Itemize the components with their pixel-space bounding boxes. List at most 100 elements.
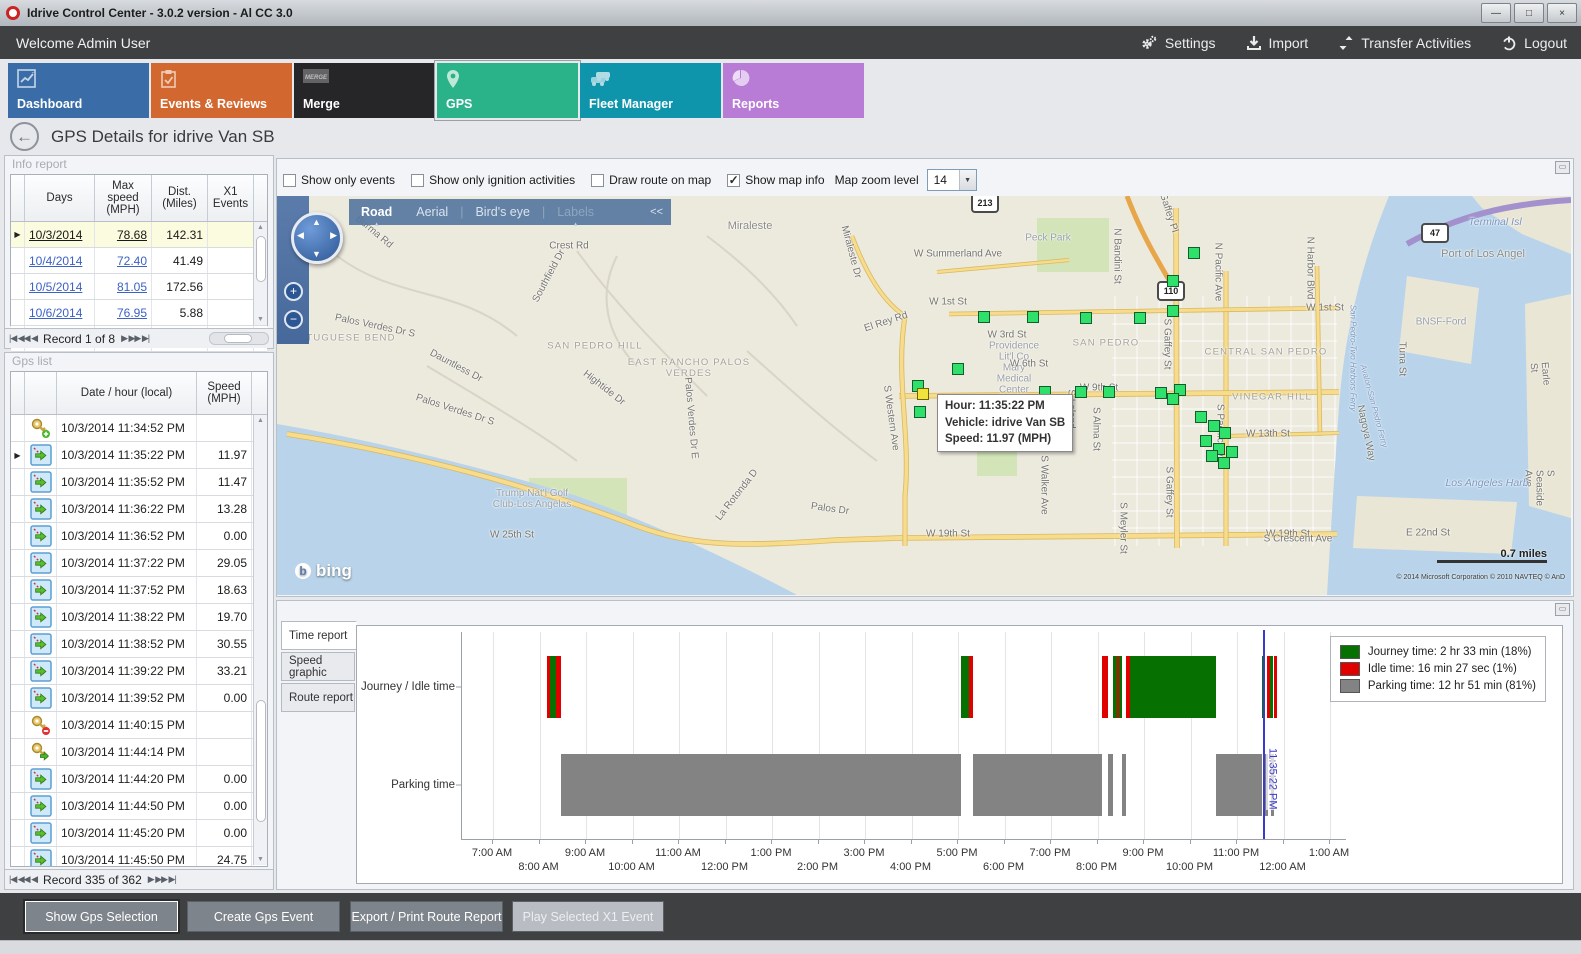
map-marker[interactable] <box>1167 393 1179 405</box>
map-marker[interactable] <box>978 311 990 323</box>
map-viewport[interactable]: MiralestePeck ParkW Summerland AveCrest … <box>277 196 1571 595</box>
map-zoom-in-icon[interactable]: + <box>284 282 303 301</box>
map-marker[interactable] <box>914 406 926 418</box>
map-pan-compass[interactable]: ▲▼ ◀▶ <box>291 212 343 264</box>
checkbox-icon[interactable]: ✓ <box>727 174 740 187</box>
close-button[interactable]: × <box>1547 3 1577 23</box>
chart-tab-route-report[interactable]: Route report <box>281 683 355 712</box>
chart-tab-time-report[interactable]: Time report <box>281 621 357 650</box>
checkbox-icon[interactable] <box>283 174 296 187</box>
table-row[interactable]: ▶10/3/201478.68142.31 <box>11 222 267 248</box>
map-marker[interactable] <box>1027 311 1039 323</box>
pager-hscrollbar[interactable] <box>209 332 269 345</box>
pager-first-icon[interactable]: |◀ ◀◀ ◀ <box>9 874 37 885</box>
day-link[interactable]: 10/4/2014 <box>29 254 82 268</box>
minimize-button[interactable]: — <box>1481 3 1511 23</box>
map-marker[interactable] <box>1075 386 1087 398</box>
column-header-days[interactable]: Days <box>25 175 95 221</box>
tab-gps[interactable]: GPS <box>437 63 578 118</box>
checkbox-show-map-info[interactable]: ✓Show map info <box>727 173 824 187</box>
table-row[interactable]: 10/3/2014 11:37:22 PM29.05 <box>11 550 267 577</box>
column-header-max-speed-mph-[interactable]: Max speed (MPH) <box>95 175 152 221</box>
max-speed-link[interactable]: 78.68 <box>117 228 147 242</box>
table-row[interactable]: 10/6/201476.955.88 <box>11 300 267 326</box>
map-marker[interactable] <box>1219 427 1231 439</box>
max-speed-link[interactable]: 76.95 <box>117 306 147 320</box>
column-header-dist-miles-[interactable]: Dist. (Miles) <box>152 175 208 221</box>
table-row[interactable]: 10/3/2014 11:36:22 PM13.28 <box>11 496 267 523</box>
info-scrollbar[interactable]: ▲ ▼ <box>253 222 267 325</box>
table-row[interactable]: 10/3/2014 11:38:22 PM19.70 <box>11 604 267 631</box>
map-marker[interactable] <box>1155 387 1167 399</box>
checkbox-draw-route-on-map[interactable]: Draw route on map <box>591 173 711 187</box>
gps-scrollbar[interactable]: ▲ ▼ <box>253 415 267 865</box>
tab-dashboard[interactable]: Dashboard <box>8 63 149 118</box>
tab-reports[interactable]: Reports <box>723 63 864 118</box>
column-header-date-hour-local-[interactable]: Date / hour (local) <box>57 372 197 414</box>
table-row[interactable]: 10/3/2014 11:44:14 PM <box>11 739 267 766</box>
map-marker-selected[interactable] <box>917 388 929 400</box>
map-marker[interactable] <box>952 363 964 375</box>
button-show-gps-selection[interactable]: Show Gps Selection <box>25 901 178 932</box>
checkbox-icon[interactable] <box>591 174 604 187</box>
back-button[interactable]: ← <box>10 122 39 151</box>
checkbox-show-only-events[interactable]: Show only events <box>283 173 395 187</box>
table-row[interactable]: 10/3/2014 11:39:22 PM33.21 <box>11 658 267 685</box>
table-row[interactable]: 10/3/2014 11:44:50 PM0.00 <box>11 793 267 820</box>
table-row[interactable]: 10/3/2014 11:36:52 PM0.00 <box>11 523 267 550</box>
max-speed-link[interactable]: 72.40 <box>117 254 147 268</box>
map-marker[interactable] <box>1103 386 1115 398</box>
menu-item-import[interactable]: Import <box>1246 35 1309 51</box>
checkbox-icon[interactable] <box>411 174 424 187</box>
map-type-road[interactable]: Road▲ <box>361 205 392 219</box>
pager-first-icon[interactable]: |◀ ◀◀ ◀ <box>9 333 37 344</box>
table-row[interactable]: 10/3/2014 11:45:20 PM0.00 <box>11 820 267 847</box>
chart-tab-speed-graphic[interactable]: Speed graphic <box>281 652 355 681</box>
map-zoom-out-icon[interactable]: − <box>284 310 303 329</box>
map-marker[interactable] <box>1206 450 1218 462</box>
map-marker[interactable] <box>1188 247 1200 259</box>
map-marker[interactable] <box>1195 411 1207 423</box>
checkbox-show-only-ignition-activities[interactable]: Show only ignition activities <box>411 173 575 187</box>
table-row[interactable]: 10/3/2014 11:37:52 PM18.63 <box>11 577 267 604</box>
button-export-print-route-report[interactable]: Export / Print Route Report <box>350 901 503 932</box>
map-marker[interactable] <box>1080 312 1092 324</box>
table-row[interactable]: 10/3/2014 11:39:52 PM0.00 <box>11 685 267 712</box>
table-row[interactable]: ▶10/3/2014 11:35:22 PM11.97 <box>11 442 267 469</box>
table-row[interactable]: 10/3/2014 11:38:52 PM30.55 <box>11 631 267 658</box>
map-collapse-icon[interactable]: ▭ <box>1555 161 1570 174</box>
map-zoom-level-select[interactable]: 14▼ <box>927 169 977 191</box>
column-header-x1-events[interactable]: X1 Events <box>208 175 254 221</box>
table-row[interactable]: 10/3/2014 11:40:15 PM <box>11 712 267 739</box>
max-speed-link[interactable]: 81.05 <box>117 280 147 294</box>
pager-last-icon[interactable]: ▶ ▶▶ ▶| <box>121 333 149 344</box>
map-marker[interactable] <box>1167 305 1179 317</box>
tab-events-reviews[interactable]: Events & Reviews <box>151 63 292 118</box>
table-row[interactable]: 10/3/2014 11:34:52 PM <box>11 415 267 442</box>
day-link[interactable]: 10/5/2014 <box>29 280 82 294</box>
dropdown-arrow-icon[interactable]: ▼ <box>959 170 976 190</box>
table-row[interactable]: 10/3/2014 11:44:20 PM0.00 <box>11 766 267 793</box>
map-marker[interactable] <box>1167 275 1179 287</box>
pager-last-icon[interactable]: ▶ ▶▶ ▶| <box>148 874 176 885</box>
tab-merge[interactable]: MERGEMerge <box>294 63 435 118</box>
menu-item-settings[interactable]: Settings <box>1140 35 1216 51</box>
menu-item-logout[interactable]: Logout <box>1501 35 1567 51</box>
map-marker[interactable] <box>1218 457 1230 469</box>
day-link[interactable]: 10/3/2014 <box>29 228 82 242</box>
map-marker[interactable] <box>1200 435 1212 447</box>
table-row[interactable]: 10/3/2014 11:45:50 PM24.75 <box>11 847 267 866</box>
tab-fleet-manager[interactable]: Fleet Manager <box>580 63 721 118</box>
column-header-speed-mph-[interactable]: Speed (MPH) <box>197 372 252 414</box>
table-row[interactable]: 10/3/2014 11:35:52 PM11.47 <box>11 469 267 496</box>
day-link[interactable]: 10/6/2014 <box>29 306 82 320</box>
table-row[interactable]: 10/4/201472.4041.49 <box>11 248 267 274</box>
table-row[interactable]: 10/5/201481.05172.56 <box>11 274 267 300</box>
menu-item-transfer-activities[interactable]: Transfer Activities <box>1338 35 1471 51</box>
button-create-gps-event[interactable]: Create Gps Event <box>187 901 340 932</box>
chart-collapse-icon[interactable]: ▭ <box>1555 603 1570 616</box>
map-bar-collapse-icon[interactable]: << <box>650 206 663 218</box>
map-type-labels[interactable]: Labels▲ <box>557 205 594 219</box>
maximize-button[interactable]: □ <box>1514 3 1544 23</box>
map-type-aerial[interactable]: Aerial <box>416 205 448 219</box>
